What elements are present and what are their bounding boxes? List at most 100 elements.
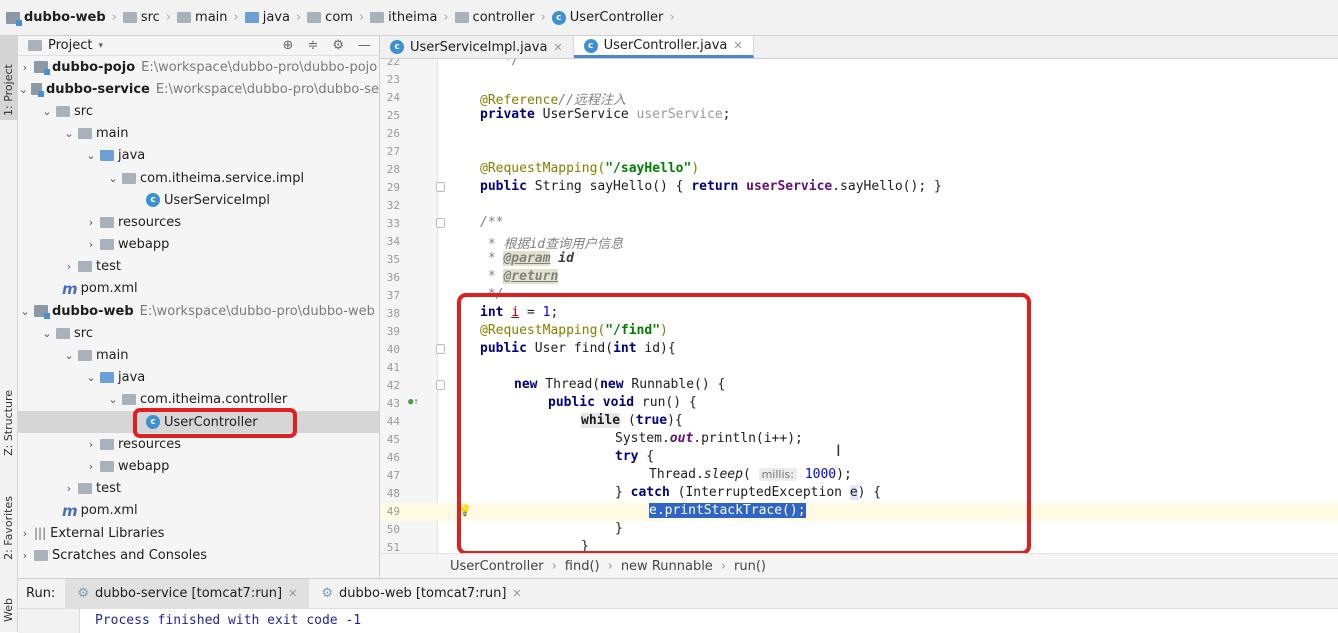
- chevron-right-icon: ›: [551, 558, 557, 574]
- line-number: 23: [386, 73, 400, 86]
- line-number: 33: [386, 217, 400, 230]
- tree-item-test[interactable]: › test: [18, 256, 379, 278]
- breadcrumb-item-usercontroller[interactable]: c UserController: [551, 10, 663, 25]
- run-tab-dubbo-service[interactable]: ⚙ dubbo-service [tomcat7:run] ✕: [65, 578, 310, 609]
- close-icon[interactable]: ✕: [553, 41, 562, 54]
- code-line: 35 * @param id: [380, 251, 1338, 269]
- chevron-right-icon[interactable]: ›: [18, 549, 32, 562]
- tree-item-java[interactable]: ⌄ java: [18, 367, 379, 389]
- code-text: } catch (InterruptedException e) {: [615, 485, 881, 500]
- tree-item-src[interactable]: ⌄ src: [18, 100, 379, 122]
- run-tab-dubbo-web[interactable]: ⚙ dubbo-web [tomcat7:run] ✕: [309, 579, 533, 609]
- chevron-right-icon[interactable]: ›: [62, 260, 76, 273]
- close-icon[interactable]: ✕: [733, 39, 742, 52]
- breadcrumb-label: src: [140, 10, 160, 25]
- tree-item-dubbo-pojo[interactable]: › dubbo-pojo E:\workspace\dubbo-pro\dubbo-…: [18, 56, 379, 78]
- code-token: public void: [548, 395, 635, 410]
- tree-item-package[interactable]: ⌄ com.itheima.controller: [18, 389, 379, 411]
- folder-icon: [78, 128, 92, 140]
- line-number: 27: [386, 145, 400, 158]
- breadcrumb-item-module[interactable]: dubbo-web: [6, 10, 106, 26]
- tree-item-label: java: [118, 370, 146, 386]
- tree-item-resources[interactable]: › resources: [18, 433, 379, 455]
- chevron-right-icon[interactable]: ›: [84, 238, 98, 251]
- chevron-right-icon[interactable]: ›: [62, 482, 76, 495]
- nav-crumb[interactable]: UserController: [450, 559, 544, 574]
- tree-item-main[interactable]: ⌄ main: [18, 123, 379, 145]
- breadcrumb-item-com[interactable]: com: [307, 10, 353, 25]
- code-text: int i = 1;: [480, 305, 558, 320]
- run-tab-label: dubbo-web [tomcat7:run]: [338, 586, 507, 601]
- tree-item-userserviceimpl[interactable]: c UserServiceImpl: [18, 189, 379, 211]
- tree-item-webapp[interactable]: › webapp: [18, 234, 379, 256]
- tree-item-dubbo-web[interactable]: ⌄ dubbo-web E:\workspace\dubbo-pro\dubbo-w…: [18, 300, 379, 322]
- tool-tab-web[interactable]: Web: [2, 598, 15, 622]
- chevron-right-icon[interactable]: ›: [84, 216, 98, 229]
- locate-icon[interactable]: ⊕: [283, 38, 294, 53]
- chevron-down-icon[interactable]: ⌄: [40, 105, 54, 118]
- tree-item-src[interactable]: ⌄ src: [18, 322, 379, 344]
- line-number: 32: [386, 199, 400, 212]
- gear-icon[interactable]: ⚙: [332, 38, 344, 53]
- chevron-right-icon[interactable]: ›: [84, 460, 98, 473]
- tool-tab-structure[interactable]: Z: Structure: [2, 390, 15, 456]
- chevron-right-icon[interactable]: ›: [18, 527, 32, 540]
- fold-marker-icon[interactable]: [436, 344, 445, 354]
- close-icon[interactable]: ✕: [288, 587, 297, 600]
- breadcrumb-item-java[interactable]: java: [244, 10, 290, 25]
- tree-item-java[interactable]: ⌄ java: [18, 145, 379, 167]
- chevron-down-icon[interactable]: ⌄: [84, 149, 98, 162]
- tool-tab-project[interactable]: 1: Project: [0, 36, 18, 120]
- code-token: true: [635, 413, 668, 428]
- chevron-right-icon: ›: [295, 10, 302, 25]
- tree-item-dubbo-service[interactable]: ⌄ dubbo-service E:\workspace\dubbo-pro\dub…: [18, 78, 379, 100]
- tree-item-package[interactable]: ⌄ com.itheima.service.impl: [18, 167, 379, 189]
- tree-item-resources[interactable]: › resources: [18, 211, 379, 233]
- lightbulb-icon[interactable]: 💡: [458, 504, 472, 517]
- chevron-down-icon[interactable]: ⌄: [62, 349, 76, 362]
- code-line: 48} catch (InterruptedException e) {: [380, 485, 1338, 503]
- close-icon[interactable]: ✕: [512, 587, 521, 600]
- fold-marker-icon[interactable]: [436, 182, 445, 192]
- tree-item-scratches[interactable]: › Scratches and Consoles: [18, 544, 379, 566]
- tab-userserviceimpl[interactable]: c UserServiceImpl.java ✕: [380, 36, 574, 58]
- tree-item-label: resources: [118, 214, 182, 230]
- tree-item-pom[interactable]: m pom.xml: [18, 500, 379, 522]
- chevron-down-icon[interactable]: ⌄: [106, 172, 120, 185]
- chevron-right-icon[interactable]: ›: [18, 61, 32, 74]
- tree-item-main[interactable]: ⌄ main: [18, 344, 379, 366]
- chevron-down-icon[interactable]: ⌄: [18, 83, 29, 96]
- chevron-down-icon[interactable]: ⌄: [18, 305, 32, 318]
- nav-crumb[interactable]: new Runnable: [621, 559, 713, 574]
- project-panel-title[interactable]: Project: [48, 38, 92, 53]
- code-editor[interactable]: 22 */ 23 24 @Reference//远程注入 25 private Us…: [380, 59, 1338, 553]
- breadcrumb-item-controller[interactable]: controller: [454, 10, 535, 25]
- breadcrumb-item-main[interactable]: main: [177, 10, 228, 25]
- collapse-all-icon[interactable]: ≑: [307, 38, 318, 53]
- tab-usercontroller[interactable]: c UserController.java ✕: [573, 36, 754, 58]
- tree-item-test[interactable]: › test: [18, 478, 379, 500]
- tree-item-usercontroller[interactable]: c UserController: [18, 411, 379, 434]
- nav-crumb[interactable]: run(): [734, 559, 766, 574]
- chevron-down-icon[interactable]: ⌄: [106, 393, 120, 406]
- folder-icon: [78, 261, 92, 273]
- code-text: System.out.println(i++);: [615, 431, 803, 446]
- tree-item-pom[interactable]: m pom.xml: [18, 278, 379, 300]
- tree-item-webapp[interactable]: › webapp: [18, 455, 379, 477]
- run-output[interactable]: Process finished with exit code -1: [18, 609, 1338, 633]
- minimize-icon[interactable]: —: [358, 38, 371, 53]
- fold-marker-icon[interactable]: [436, 380, 445, 390]
- breadcrumb-item-itheima[interactable]: itheima: [370, 10, 437, 25]
- chevron-down-icon[interactable]: ⌄: [84, 371, 98, 384]
- nav-crumb[interactable]: find(): [565, 559, 600, 574]
- chevron-down-icon[interactable]: ⌄: [62, 127, 76, 140]
- chevron-down-icon[interactable]: ⌄: [40, 327, 54, 340]
- chevron-right-icon[interactable]: ›: [84, 438, 98, 451]
- override-marker-icon[interactable]: ●↑: [408, 397, 419, 407]
- breadcrumb-item-src[interactable]: src: [122, 10, 160, 25]
- fold-marker-icon[interactable]: [436, 218, 445, 228]
- tree-item-label: com.itheima.service.impl: [140, 170, 305, 186]
- tree-item-external-libraries[interactable]: › ||| External Libraries: [18, 522, 379, 544]
- dropdown-icon[interactable]: ▾: [98, 41, 103, 51]
- tool-tab-favorites[interactable]: 2: Favorites: [2, 496, 15, 560]
